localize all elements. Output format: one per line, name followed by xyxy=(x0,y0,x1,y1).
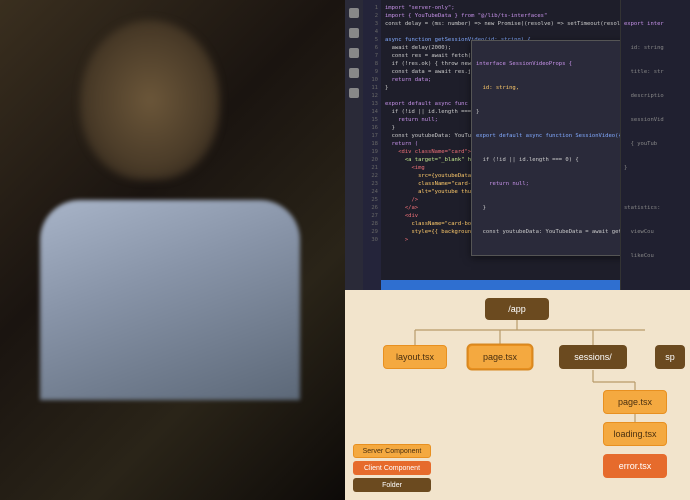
folder-sessions: sessions/ xyxy=(559,345,627,369)
code-area[interactable]: import "server-only";import { YouTubeDat… xyxy=(381,0,620,290)
side-line: } xyxy=(624,164,687,172)
node-loading: loading.tsx xyxy=(603,422,667,446)
git-icon[interactable] xyxy=(349,48,359,58)
node-label: /app xyxy=(508,304,526,314)
node-label: loading.tsx xyxy=(613,429,656,439)
search-icon[interactable] xyxy=(349,28,359,38)
debug-icon[interactable] xyxy=(349,68,359,78)
code-editor[interactable]: 1234567891011121314151617181920212223242… xyxy=(345,0,690,290)
extensions-icon[interactable] xyxy=(349,88,359,98)
folder-app: /app xyxy=(485,298,549,320)
code-line[interactable]: import { YouTubeData } from "@/lib/ts-in… xyxy=(385,12,616,20)
node-error: error.tsx xyxy=(603,454,667,478)
popup-line: id: string, xyxy=(476,85,519,91)
line-gutter: 1234567891011121314151617181920212223242… xyxy=(363,0,381,290)
explorer-icon[interactable] xyxy=(349,8,359,18)
status-bar[interactable]: main UTF-8 TypeScript React xyxy=(381,280,620,290)
popup-line: return null; xyxy=(476,181,529,187)
legend-client: Client Component xyxy=(353,461,431,475)
code-line[interactable] xyxy=(385,28,616,36)
side-line: viewCou xyxy=(624,228,687,236)
side-line: title: str xyxy=(624,68,687,76)
node-page-root: page.tsx xyxy=(468,345,532,369)
code-line[interactable]: const delay = (ms: number) => new Promis… xyxy=(385,20,616,28)
node-label: sp xyxy=(665,352,675,362)
code-line[interactable]: import "server-only"; xyxy=(385,4,616,12)
node-layout: layout.tsx xyxy=(383,345,447,369)
node-label: page.tsx xyxy=(618,397,652,407)
node-label: error.tsx xyxy=(619,461,652,471)
popup-line: } xyxy=(476,205,486,211)
side-line: descriptio xyxy=(624,92,687,100)
side-line: statistics: xyxy=(624,204,687,212)
side-line: sessionVid xyxy=(624,116,687,124)
folder-sp: sp xyxy=(655,345,685,369)
stock-photo-developer xyxy=(0,0,345,500)
app-router-diagram: /app layout.tsx page.tsx sessions/ sp pa… xyxy=(345,290,690,500)
side-line: { youTub xyxy=(624,140,687,148)
popup-line: const youtubeData: YouTubeData = await g… xyxy=(476,229,620,235)
side-line: likeCou xyxy=(624,252,687,260)
right-panel: 1234567891011121314151617181920212223242… xyxy=(345,0,690,500)
popup-line: if (!id || id.length === 0) { xyxy=(476,157,579,163)
secondary-editor-pane[interactable]: export inter id: string title: str descr… xyxy=(620,0,690,290)
intellisense-popup[interactable]: interface SessionVideoProps { id: string… xyxy=(471,40,620,256)
node-label: layout.tsx xyxy=(396,352,434,362)
activity-bar xyxy=(345,0,363,290)
node-label: page.tsx xyxy=(483,352,517,362)
legend: Server Component Client Component Folder xyxy=(353,444,431,492)
side-line: export inter xyxy=(624,20,687,28)
popup-line: export default async function SessionVid… xyxy=(476,133,620,139)
node-page-sessions: page.tsx xyxy=(603,390,667,414)
legend-folder: Folder xyxy=(353,478,431,492)
legend-label: Client Component xyxy=(364,465,420,472)
popup-line: } xyxy=(476,109,479,115)
side-line: id: string xyxy=(624,44,687,52)
legend-label: Folder xyxy=(382,482,402,489)
legend-server: Server Component xyxy=(353,444,431,458)
node-label: sessions/ xyxy=(574,352,612,362)
popup-line: interface SessionVideoProps { xyxy=(476,61,572,67)
legend-label: Server Component xyxy=(363,448,422,455)
